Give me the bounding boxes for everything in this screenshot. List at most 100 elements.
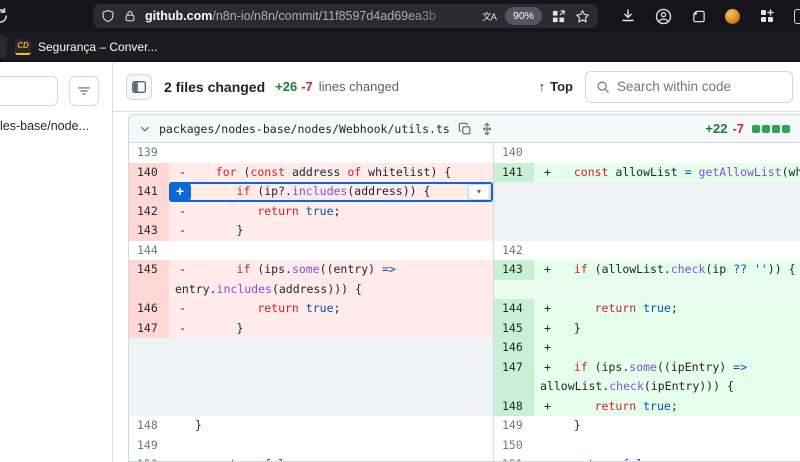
diff-row[interactable]: allowList.check(ipEntry))) { <box>494 377 800 397</box>
diffstat-block <box>782 125 790 133</box>
line-number[interactable]: 147 <box>129 319 169 339</box>
line-number[interactable]: 143 <box>129 221 169 241</box>
diff-filler-row <box>129 338 493 416</box>
line-number[interactable]: 146 <box>494 338 534 358</box>
bookmark-star-icon[interactable] <box>575 9 590 24</box>
file-filter-input[interactable] <box>0 76 58 106</box>
tab-strip: CD Segurança – Conver... <box>0 32 800 62</box>
line-number[interactable]: 144 <box>129 241 169 261</box>
file-stats: +22 -7 <box>705 121 790 136</box>
line-number[interactable]: 139 <box>129 143 169 163</box>
line-number[interactable]: 146 <box>129 299 169 319</box>
line-number[interactable]: 141 <box>494 163 534 183</box>
url-text: github.com/n8n-io/n8n/commit/11f8597d4ad… <box>145 9 473 23</box>
line-number[interactable]: 145 <box>129 260 169 280</box>
line-number[interactable]: 145 <box>494 319 534 339</box>
browser-tab[interactable]: CD Segurança – Conver... <box>15 39 157 55</box>
back-to-top-link[interactable]: ↑ Top <box>539 79 573 94</box>
line-number[interactable]: 149 <box>129 436 169 456</box>
add-comment-button[interactable]: + <box>169 182 191 202</box>
diff-row[interactable]: 146- return true; <box>129 299 493 319</box>
line-number[interactable] <box>129 280 169 300</box>
clipped-toolbar-icon[interactable] <box>794 9 800 24</box>
filter-button[interactable] <box>69 76 99 106</box>
line-number[interactable]: 140 <box>494 143 534 163</box>
translate-icon[interactable]: 文A <box>482 9 496 23</box>
extensions-grid-icon[interactable] <box>759 8 775 24</box>
code-cell: } <box>169 416 493 436</box>
file-header: packages/nodes-base/nodes/Webhook/utils.… <box>129 115 800 143</box>
lock-icon[interactable] <box>124 9 136 23</box>
line-number[interactable]: 150 <box>129 455 169 461</box>
diff-row[interactable]: 146+ <box>494 338 800 358</box>
diff-row[interactable]: 145- if (ips.some((entry) => <box>129 260 493 280</box>
diff-row[interactable]: 150 return false; <box>129 455 493 461</box>
additions-count: +26 <box>275 79 297 94</box>
diff-row[interactable]: 141+ const allowList = getAllowList(whit… <box>494 163 800 183</box>
search-input[interactable] <box>617 79 782 94</box>
diff-row[interactable]: 147- } <box>129 319 493 339</box>
diff-row[interactable]: 150 <box>494 436 800 456</box>
line-number[interactable]: 140 <box>129 163 169 183</box>
diff-row[interactable]: 144+ return true; <box>494 299 800 319</box>
diffstat-blocks <box>752 125 790 133</box>
diff-row[interactable]: entry.includes(address))) { <box>129 280 493 300</box>
search-within-code[interactable] <box>585 71 793 103</box>
diff-row[interactable]: 142- return true; <box>129 202 493 222</box>
diff-row[interactable]: 142 <box>494 241 800 261</box>
line-number[interactable]: 147 <box>494 358 534 378</box>
file-path[interactable]: packages/nodes-base/nodes/Webhook/utils.… <box>159 122 450 136</box>
sidebar-toggle-button[interactable] <box>126 74 152 100</box>
picture-in-picture-icon[interactable] <box>551 9 566 24</box>
diff-row[interactable]: 140- for (const address of whitelist) { <box>129 163 493 183</box>
line-number[interactable]: 151 <box>494 455 534 461</box>
diff-row[interactable]: 145+ } <box>494 319 800 339</box>
line-number[interactable]: 141 <box>129 182 169 202</box>
diff-row[interactable]: 148} <box>129 416 493 436</box>
copy-path-icon[interactable] <box>458 122 472 136</box>
line-number[interactable]: 150 <box>494 436 534 456</box>
diff-row[interactable]: 143- } <box>129 221 493 241</box>
extension-icon[interactable] <box>691 9 706 24</box>
line-number[interactable]: 149 <box>494 416 534 436</box>
drag-handle-icon[interactable] <box>480 122 494 136</box>
collapse-file-chevron[interactable] <box>139 123 151 135</box>
addon-orb-icon[interactable] <box>725 9 740 24</box>
diff-sign <box>534 143 560 163</box>
diff-row[interactable]: 149 <box>129 436 493 456</box>
page-content: les-base/node... 2 files changed +26 -7 … <box>0 62 800 462</box>
line-options-button[interactable]: ▾ <box>468 184 490 200</box>
zoom-level-badge[interactable]: 90% <box>505 7 542 25</box>
code-cell: return false; <box>169 455 493 461</box>
downloads-icon[interactable] <box>620 8 636 24</box>
search-icon <box>596 80 610 94</box>
code-line: if (ips.some((entry) => <box>195 260 396 280</box>
line-number[interactable] <box>494 377 534 397</box>
account-icon[interactable] <box>655 8 672 25</box>
line-number[interactable]: 148 <box>494 397 534 417</box>
code-cell: allowList.check(ipEntry))) { <box>534 377 800 397</box>
diff-row[interactable]: 139 <box>129 143 493 163</box>
tab-favicon: CD <box>15 39 31 55</box>
line-number[interactable]: 144 <box>494 299 534 319</box>
line-number[interactable]: 142 <box>494 241 534 261</box>
diff-row[interactable]: 148+ return true; <box>494 397 800 417</box>
diff-row[interactable]: 140 <box>494 143 800 163</box>
file-tree-item[interactable]: les-base/node... <box>0 119 112 133</box>
diff-sign <box>169 416 195 436</box>
url-bar[interactable]: github.com/n8n-io/n8n/commit/11f8597d4ad… <box>93 4 598 28</box>
line-number[interactable]: 143 <box>494 260 534 280</box>
code-cell: - for (const address of whitelist) { <box>169 163 493 183</box>
code-line: return false; <box>195 455 306 461</box>
diff-row[interactable]: 141 if (ip?.includes(address)) {+▾ <box>129 182 493 202</box>
diff-row[interactable]: 149 } <box>494 416 800 436</box>
diff-row[interactable]: 144 <box>129 241 493 261</box>
line-number[interactable]: 148 <box>129 416 169 436</box>
line-number[interactable]: 142 <box>129 202 169 222</box>
reload-icon[interactable] <box>0 7 9 25</box>
shield-icon[interactable] <box>101 9 115 24</box>
diff-row[interactable]: 147+ if (ips.some((ipEntry) => <box>494 358 800 378</box>
code-cell: + } <box>534 319 800 339</box>
diff-row[interactable]: 151 return false; <box>494 455 800 461</box>
diff-row[interactable]: 143+ if (allowList.check(ip ?? '')) { <box>494 260 800 280</box>
